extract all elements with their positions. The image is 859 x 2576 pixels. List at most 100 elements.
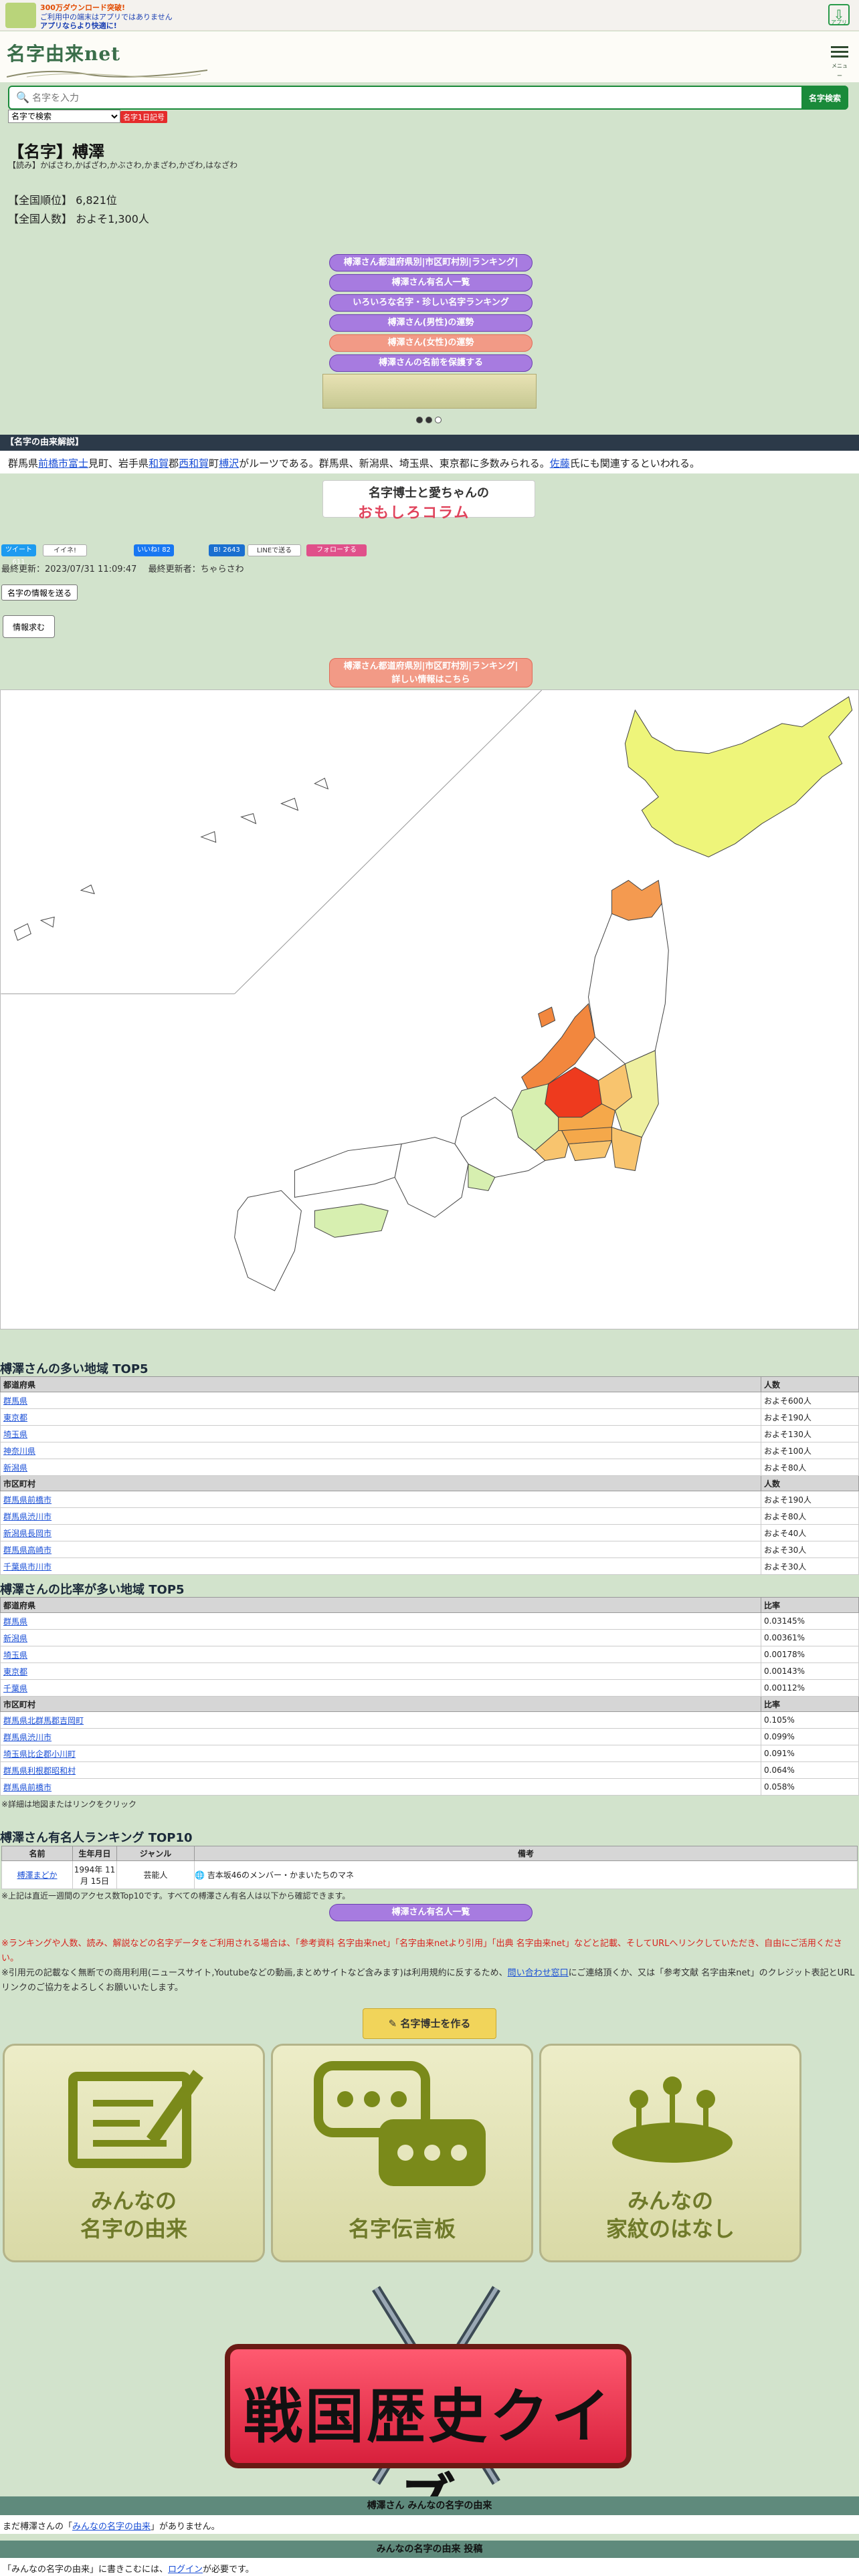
pref-link[interactable]: 新潟県 — [3, 1463, 27, 1473]
app-download-banner[interactable]: 300万ダウンロード突破! ご利用中の端末はアプリではありません アプリならより… — [0, 0, 859, 31]
city-link[interactable]: 群馬県渋川市 — [3, 1733, 52, 1742]
search-button[interactable]: 名字検索 — [801, 86, 848, 110]
table-row: 群馬県渋川市 0.099% — [0, 1728, 859, 1745]
pencil-icon: ✎ — [388, 2018, 397, 2030]
pill-famous-link[interactable]: 榑澤さん有名人一覧 — [329, 274, 533, 292]
col-header: 市区町村 — [0, 1475, 761, 1491]
map-pref-kanagawa[interactable] — [567, 1140, 613, 1162]
info-wanted-button[interactable]: 情報求む — [3, 615, 55, 638]
table-cell: 芸能人 — [116, 1860, 195, 1889]
col-header: 都道府県 — [0, 1597, 761, 1613]
carousel-banner-image[interactable] — [322, 374, 537, 409]
city-link[interactable]: 群馬県北群馬郡吉岡町 — [3, 1716, 84, 1725]
facebook-like-button[interactable]: いいね! 82 — [134, 544, 174, 556]
famous-list-button[interactable]: 榑澤さん有名人一覧 — [329, 1904, 533, 1921]
download-icon[interactable]: ⇩ アプリ — [828, 4, 850, 25]
origin-text-part: 郡 — [169, 457, 179, 469]
table-cell: およそ80人 — [761, 1459, 859, 1476]
city-link[interactable]: 群馬県前橋市 — [3, 1783, 52, 1792]
map-pref-hokkaido[interactable] — [624, 696, 853, 858]
create-professor-button[interactable]: ✎ 名字博士を作る — [363, 2008, 496, 2039]
map-pref-tohoku[interactable] — [587, 903, 669, 1065]
pill-ranking-link[interactable]: 榑澤さん都道府県別|市区町村別|ランキング| — [329, 254, 533, 272]
card-label: みんなの 家紋のはなし — [541, 2187, 799, 2243]
carousel-dot[interactable] — [435, 417, 442, 423]
origin-text-part: がルーツである。群馬県、新潟県、埼玉県、東京都に多数みられる。 — [239, 457, 550, 469]
everyone-origin-link[interactable]: みんなの名字の由来 — [72, 2522, 151, 2532]
origin-link-waga[interactable]: 和賀 — [149, 457, 169, 469]
japan-distribution-map[interactable] — [0, 689, 859, 1329]
map-pref-kansai[interactable] — [394, 1137, 469, 1218]
city-link[interactable]: 群馬県高崎市 — [3, 1545, 52, 1555]
create-professor-label: 名字博士を作る — [400, 2018, 471, 2030]
pref-link[interactable]: 埼玉県 — [3, 1430, 27, 1439]
city-link[interactable]: 群馬県渋川市 — [3, 1512, 52, 1521]
pill-fortune-male-link[interactable]: 榑澤さん(男性)の運勢 — [329, 314, 533, 332]
pref-link[interactable]: 神奈川県 — [3, 1446, 35, 1456]
carousel-dot[interactable] — [416, 417, 423, 423]
origin-link-fuji[interactable]: 富士 — [68, 457, 88, 469]
search-input[interactable] — [32, 90, 775, 106]
pref-link[interactable]: 東京都 — [3, 1413, 27, 1422]
search-help-badge[interactable]: 名字1日記号 — [120, 111, 167, 123]
table-row: 榑澤まどか 1994年 11月 15日 芸能人 🌐 吉本坂46のメンバー・かまい… — [1, 1860, 858, 1889]
send-info-button[interactable]: 名字の情報を送る — [1, 584, 78, 601]
table-row: 新潟県 0.00361% — [0, 1629, 859, 1646]
famous-person-link[interactable]: 榑澤まどか — [17, 1870, 57, 1880]
origin-link-nishiwaga[interactable]: 西和賀 — [179, 457, 209, 469]
card-label: みんなの 名字の由来 — [5, 2187, 263, 2243]
usage-notice: ※引用元の記載なく無断での商用利用(ニュースサイト,Youtubeなどの動画,ま… — [1, 1966, 855, 1996]
city-link[interactable]: 新潟県長岡市 — [3, 1529, 52, 1538]
map-pref-kyushu[interactable] — [234, 1190, 302, 1291]
map-pref-chugoku[interactable] — [294, 1143, 402, 1198]
pill-fortune-female-link[interactable]: 榑澤さん(女性)の運勢 — [329, 334, 533, 352]
sengoku-quiz-banner[interactable]: 戦国歴史クイズ — [225, 2344, 632, 2536]
detail-ranking-button[interactable]: 榑澤さん都道府県別|市区町村別|ランキング| 詳しい情報はこちら — [329, 658, 533, 687]
hatena-bookmark-button[interactable]: B! 2643 — [209, 544, 245, 556]
line-share-button[interactable]: LINEで送る — [248, 544, 301, 556]
national-rank: 【全国順位】 6,821位 — [8, 194, 117, 207]
carousel-dot[interactable] — [425, 417, 432, 423]
pref-link[interactable]: 新潟県 — [3, 1634, 27, 1643]
map-pref-shikoku[interactable] — [314, 1203, 389, 1238]
card-name-message-board[interactable]: 名字伝言板 — [271, 2044, 533, 2262]
pref-link[interactable]: 群馬県 — [3, 1617, 27, 1626]
origin-link-kabusawa[interactable]: 榑沢 — [219, 457, 239, 469]
table-cell: およそ30人 — [761, 1558, 859, 1575]
okinawa-inset-divider — [234, 690, 542, 994]
pill-protect-name-link[interactable]: 榑澤さんの名前を保護する — [329, 354, 533, 372]
logo-mountain-icon — [7, 70, 207, 78]
pref-link[interactable]: 埼玉県 — [3, 1650, 27, 1660]
origin-link-sato[interactable]: 佐藤 — [550, 457, 570, 469]
app-banner-line3: アプリならより快適に! — [40, 21, 117, 30]
hamburger-menu-button[interactable]: メニュー — [830, 43, 850, 79]
table-cell: 0.00143% — [761, 1662, 859, 1680]
column-ad-banner[interactable]: 名字博士と愛ちゃんの おもしろコラム — [322, 480, 535, 522]
map-pref-sado[interactable] — [538, 1006, 556, 1028]
pref-link[interactable]: 群馬県 — [3, 1396, 27, 1406]
table-cell: およそ130人 — [761, 1425, 859, 1442]
card-everyone-family-crest[interactable]: みんなの 家紋のはなし — [539, 2044, 801, 2262]
login-link[interactable]: ログイン — [168, 2565, 203, 2575]
search-type-select[interactable]: 名字で検索 — [8, 110, 120, 123]
iine-button[interactable]: イイネ! — [43, 544, 87, 556]
city-link[interactable]: 群馬県利根郡昭和村 — [3, 1766, 76, 1776]
pref-link[interactable]: 東京都 — [3, 1667, 27, 1677]
follow-button[interactable]: フォローする — [306, 544, 367, 556]
contact-link[interactable]: 問い合わせ窓口 — [508, 1968, 569, 1978]
map-okinawa-islands[interactable] — [13, 778, 329, 941]
app-icon — [5, 3, 36, 28]
no-origin-part: まだ榑澤さんの「 — [3, 2522, 73, 2532]
tweet-button[interactable]: ツイート 611 — [1, 544, 36, 566]
city-link[interactable]: 千葉県市川市 — [3, 1562, 52, 1572]
table-row: 千葉県市川市 およそ30人 — [0, 1558, 859, 1575]
card-everyone-origin[interactable]: みんなの 名字の由来 — [3, 2044, 265, 2262]
city-link[interactable]: 埼玉県比企郡小川町 — [3, 1749, 76, 1759]
famous-note-text: ※上記は直近一週間のアクセス数Top10です。すべての榑澤さん有名人は以下から確… — [1, 1891, 351, 1901]
usage-notice-part: ※引用元の記載なく無断での商用利用(ニュースサイト,Youtubeなどの動画,ま… — [1, 1968, 508, 1978]
pref-link[interactable]: 千葉県 — [3, 1684, 27, 1693]
origin-link-maebashi[interactable]: 前橋市 — [38, 457, 68, 469]
site-logo[interactable]: 名字由来net — [7, 39, 120, 66]
pill-rare-names-link[interactable]: いろいろな名字・珍しい名字ランキング — [329, 294, 533, 312]
city-link[interactable]: 群馬県前橋市 — [3, 1495, 52, 1505]
